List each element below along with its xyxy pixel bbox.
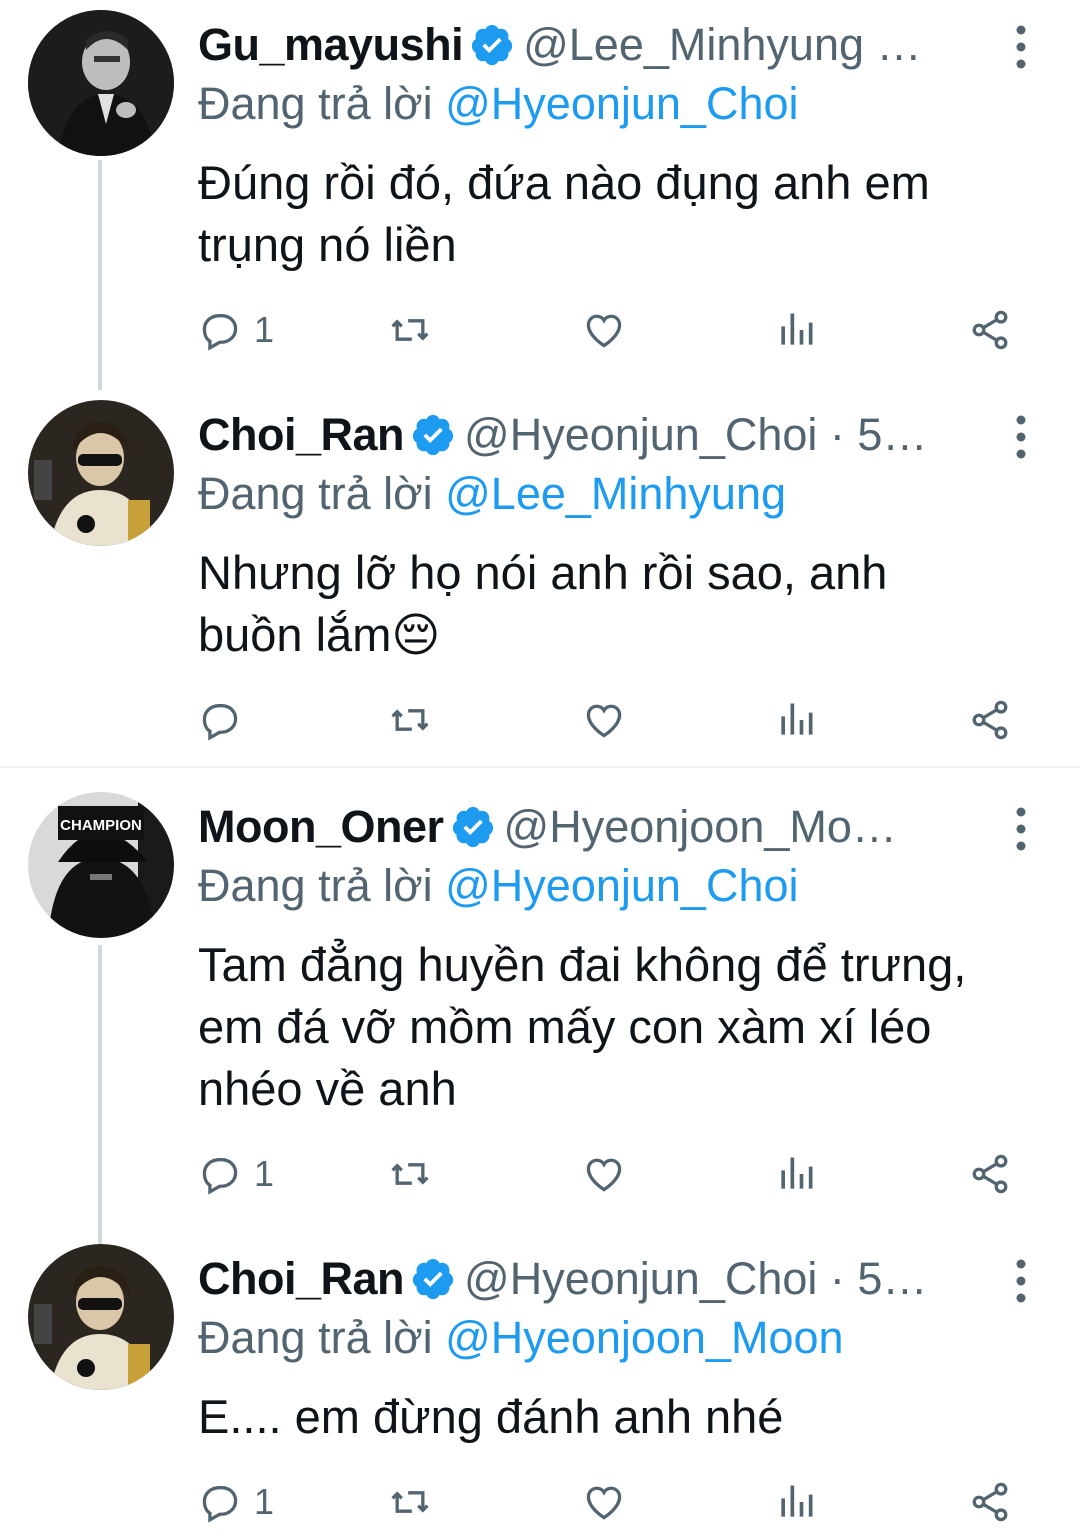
reply-count: 1: [254, 309, 275, 350]
reply-icon: [202, 1158, 238, 1195]
mention-link[interactable]: @Lee_Minhyung: [445, 468, 786, 519]
avatar[interactable]: [28, 10, 174, 156]
replying-to-label: Đang trả lời: [198, 78, 446, 129]
tweet-text: E.... em đừng đánh anh nhé: [198, 1386, 1050, 1448]
like-button[interactable]: [582, 690, 626, 750]
tweet-text-line: buồn lắm😔: [198, 608, 441, 661]
tweet-text: Đúng rồi đó, đứa nào đụng anh em trụng n…: [198, 152, 1050, 276]
handle[interactable]: @Hyeonjun_Choi · 5…: [464, 1253, 927, 1305]
replying-to-label: Đang trả lời: [198, 468, 446, 519]
tweet[interactable]: CHAMPION Moon_Oner @Hyeonjoon_Mo… Đang t…: [0, 792, 1080, 1222]
reply-button[interactable]: [198, 690, 254, 750]
reply-icon: [202, 704, 238, 741]
tweet[interactable]: Choi_Ran @Hyeonjun_Choi · 5… Đang trả lờ…: [0, 400, 1080, 760]
tweet-actions: 1: [198, 1144, 1018, 1204]
analytics-icon: [781, 1157, 813, 1189]
tweet-text-line: trụng nó liền: [198, 218, 457, 271]
reply-count: 1: [254, 1153, 275, 1194]
conversation-divider: [0, 766, 1080, 768]
verified-badge-icon: [412, 1258, 454, 1300]
tweet[interactable]: Gu_mayushi @Lee_Minhyung … Đang trả lời …: [0, 10, 1080, 380]
more-options-icon[interactable]: [1006, 22, 1036, 72]
retweet-button[interactable]: [388, 690, 432, 750]
retweet-button[interactable]: [388, 1472, 432, 1532]
share-button[interactable]: [968, 1144, 1012, 1204]
replying-to: Đang trả lời @Lee_Minhyung: [198, 468, 786, 520]
avatar[interactable]: [28, 400, 174, 546]
share-icon: [972, 1154, 1008, 1194]
tweet-text-line: Tam đẳng huyền đai không để trưng,: [198, 938, 967, 991]
reply-icon: [202, 1486, 238, 1523]
display-name[interactable]: Gu_mayushi: [198, 19, 464, 71]
display-name[interactable]: Choi_Ran: [198, 1253, 405, 1305]
share-button[interactable]: [968, 1472, 1012, 1532]
mention-link[interactable]: @Hyeonjoon_Moon: [445, 1312, 843, 1363]
more-options-icon[interactable]: [1006, 804, 1036, 854]
heart-icon: [586, 1486, 622, 1520]
heart-icon: [586, 1158, 622, 1192]
retweet-icon: [391, 319, 429, 341]
like-button[interactable]: [582, 1144, 626, 1204]
share-icon: [972, 700, 1008, 740]
tweet-text: Nhưng lỡ họ nói anh rồi sao, anh buồn lắ…: [198, 542, 1050, 666]
tweet-actions: 1: [198, 300, 1018, 360]
retweet-button[interactable]: [388, 300, 432, 360]
tweet-text-line: Đúng rồi đó, đứa nào đụng anh em: [198, 156, 930, 209]
share-icon: [972, 1482, 1008, 1522]
retweet-button[interactable]: [388, 1144, 432, 1204]
display-name[interactable]: Moon_Oner: [198, 801, 444, 853]
tweet-text-line: Nhưng lỡ họ nói anh rồi sao, anh: [198, 546, 888, 599]
share-button[interactable]: [968, 690, 1012, 750]
analytics-icon: [781, 703, 813, 735]
tweet-actions: [198, 690, 1018, 750]
heart-icon: [586, 314, 622, 348]
retweet-icon: [391, 709, 429, 731]
handle[interactable]: @Lee_Minhyung …: [523, 19, 921, 71]
reply-button[interactable]: 1: [198, 1144, 274, 1204]
retweet-icon: [391, 1491, 429, 1513]
tweet-text-line: em đá vỡ mồm mấy con xàm xí léo: [198, 1000, 932, 1053]
replying-to: Đang trả lời @Hyeonjoon_Moon: [198, 1312, 844, 1364]
verified-badge-icon: [471, 24, 513, 66]
more-options-icon[interactable]: [1006, 1256, 1036, 1306]
avatar-text: CHAMPION: [60, 817, 142, 834]
views-button[interactable]: [774, 1472, 818, 1532]
replying-to: Đang trả lời @Hyeonjun_Choi: [198, 860, 799, 912]
avatar[interactable]: [28, 1244, 174, 1390]
analytics-icon: [781, 1485, 813, 1517]
tweet-text: Tam đẳng huyền đai không để trưng, em đá…: [198, 934, 1050, 1120]
tweet-actions: 1: [198, 1472, 1018, 1532]
tweet[interactable]: Choi_Ran @Hyeonjun_Choi · 5… Đang trả lờ…: [0, 1244, 1080, 1540]
heart-icon: [586, 704, 622, 738]
more-options-icon[interactable]: [1006, 412, 1036, 462]
retweet-icon: [391, 1163, 429, 1185]
handle[interactable]: @Hyeonjoon_Mo…: [504, 801, 897, 853]
reply-button[interactable]: 1: [198, 1472, 274, 1532]
avatar[interactable]: CHAMPION: [28, 792, 174, 938]
reply-icon: [202, 314, 238, 351]
share-button[interactable]: [968, 300, 1012, 360]
replying-to: Đang trả lời @Hyeonjun_Choi: [198, 78, 799, 130]
like-button[interactable]: [582, 1472, 626, 1532]
verified-badge-icon: [452, 806, 493, 848]
tweet-text-line: nhéo về anh: [198, 1062, 457, 1115]
tweet-text-line: E.... em đừng đánh anh nhé: [198, 1390, 784, 1443]
replying-to-label: Đang trả lời: [198, 1312, 446, 1363]
handle[interactable]: @Hyeonjun_Choi · 5…: [464, 409, 927, 461]
views-button[interactable]: [774, 690, 818, 750]
analytics-icon: [781, 313, 813, 345]
mention-link[interactable]: @Hyeonjun_Choi: [445, 860, 798, 911]
views-button[interactable]: [774, 300, 818, 360]
views-button[interactable]: [774, 1144, 818, 1204]
reply-button[interactable]: 1: [198, 300, 274, 360]
like-button[interactable]: [582, 300, 626, 360]
reply-count: 1: [254, 1481, 275, 1522]
replying-to-label: Đang trả lời: [198, 860, 446, 911]
display-name[interactable]: Choi_Ran: [198, 409, 405, 461]
verified-badge-icon: [412, 414, 454, 456]
share-icon: [972, 310, 1008, 350]
mention-link[interactable]: @Hyeonjun_Choi: [445, 78, 798, 129]
